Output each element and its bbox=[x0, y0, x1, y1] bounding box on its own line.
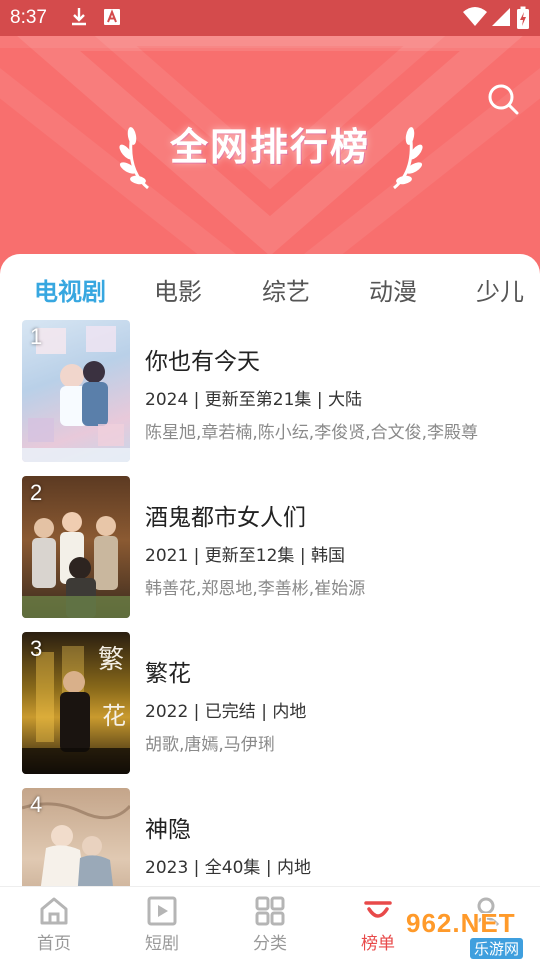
svg-text:花: 花 bbox=[102, 702, 126, 730]
ranking-card: 电视剧 电影 综艺 动漫 少儿 1 你也有今天 2024 | 更新至第21集 |… bbox=[0, 254, 540, 886]
tab-movies[interactable]: 电影 bbox=[154, 272, 202, 307]
grid-icon bbox=[255, 896, 285, 926]
tab-variety[interactable]: 综艺 bbox=[262, 272, 310, 307]
laurel-right-icon bbox=[393, 127, 423, 190]
item-title[interactable]: 繁花 bbox=[145, 654, 191, 688]
page-title: 全网排行榜 bbox=[169, 125, 370, 169]
list-item[interactable]: 2 酒鬼都市女人们 2021 | 更新至12集 | 韩国 韩善花,郑恩地,李善彬… bbox=[0, 476, 540, 632]
item-cast: 陈星旭,章若楠,陈小纭,李俊贤,合文俊,李殿尊 bbox=[145, 423, 479, 443]
poster-image[interactable]: 2 bbox=[22, 476, 130, 618]
poster-image[interactable]: 4 bbox=[22, 788, 130, 886]
nav-label: 首页 bbox=[37, 934, 71, 954]
poster-image[interactable]: 1 bbox=[22, 320, 130, 462]
category-tabs: 电视剧 电影 综艺 动漫 少儿 bbox=[0, 254, 540, 320]
status-time: 8:37 bbox=[10, 7, 47, 28]
watermark-logo: 962.NET 乐游网 bbox=[400, 908, 536, 959]
ranking-icon bbox=[364, 901, 392, 918]
nav-home[interactable]: 首页 bbox=[0, 887, 108, 960]
search-icon[interactable] bbox=[486, 82, 520, 116]
nav-categories[interactable]: 分类 bbox=[216, 887, 324, 960]
nav-label: 分类 bbox=[253, 934, 287, 954]
item-cast: 胡歌,唐嫣,马伊琍 bbox=[145, 735, 275, 755]
watermark-brand: 962.NET bbox=[406, 908, 516, 938]
list-item[interactable]: 繁 花 3 繁花 2022 | 已完结 | 内地 胡歌,唐嫣,马伊琍 bbox=[0, 632, 540, 788]
nav-label: 短剧 bbox=[145, 934, 179, 954]
home-icon bbox=[40, 897, 68, 925]
rank-number: 3 bbox=[30, 636, 43, 661]
tab-tv-series[interactable]: 电视剧 bbox=[34, 272, 106, 307]
item-meta: 2023 | 全40集 | 内地 bbox=[145, 858, 311, 878]
download-icon bbox=[72, 8, 86, 26]
rank-number: 4 bbox=[30, 792, 43, 817]
item-title[interactable]: 酒鬼都市女人们 bbox=[145, 498, 306, 532]
item-meta: 2024 | 更新至第21集 | 大陆 bbox=[145, 390, 362, 410]
nav-short-drama[interactable]: 短剧 bbox=[108, 887, 216, 960]
app-notification-icon bbox=[104, 9, 120, 25]
item-meta: 2022 | 已完结 | 内地 bbox=[145, 702, 307, 722]
battery-icon bbox=[517, 6, 529, 29]
list-item[interactable]: 1 你也有今天 2024 | 更新至第21集 | 大陆 陈星旭,章若楠,陈小纭,… bbox=[0, 320, 540, 476]
item-meta: 2021 | 更新至12集 | 韩国 bbox=[145, 546, 345, 566]
item-title[interactable]: 神隐 bbox=[145, 810, 191, 844]
item-title[interactable]: 你也有今天 bbox=[145, 342, 260, 376]
wifi-icon bbox=[463, 7, 487, 26]
watermark-sub: 乐游网 bbox=[470, 938, 524, 959]
play-square-icon bbox=[147, 896, 177, 926]
header-banner: 全网排行榜 bbox=[0, 36, 540, 276]
signal-icon bbox=[492, 8, 510, 26]
status-bar: 8:37 bbox=[0, 0, 540, 36]
poster-image[interactable]: 繁 花 3 bbox=[22, 632, 130, 774]
rank-number: 2 bbox=[30, 480, 43, 505]
rank-number: 1 bbox=[30, 324, 43, 349]
list-item[interactable]: 4 神隐 2023 | 全40集 | 内地 bbox=[0, 788, 540, 886]
tab-anime[interactable]: 动漫 bbox=[369, 272, 417, 307]
item-cast: 韩善花,郑恩地,李善彬,崔始源 bbox=[145, 579, 366, 599]
svg-text:繁: 繁 bbox=[98, 645, 124, 675]
tab-kids[interactable]: 少儿 bbox=[476, 272, 524, 307]
